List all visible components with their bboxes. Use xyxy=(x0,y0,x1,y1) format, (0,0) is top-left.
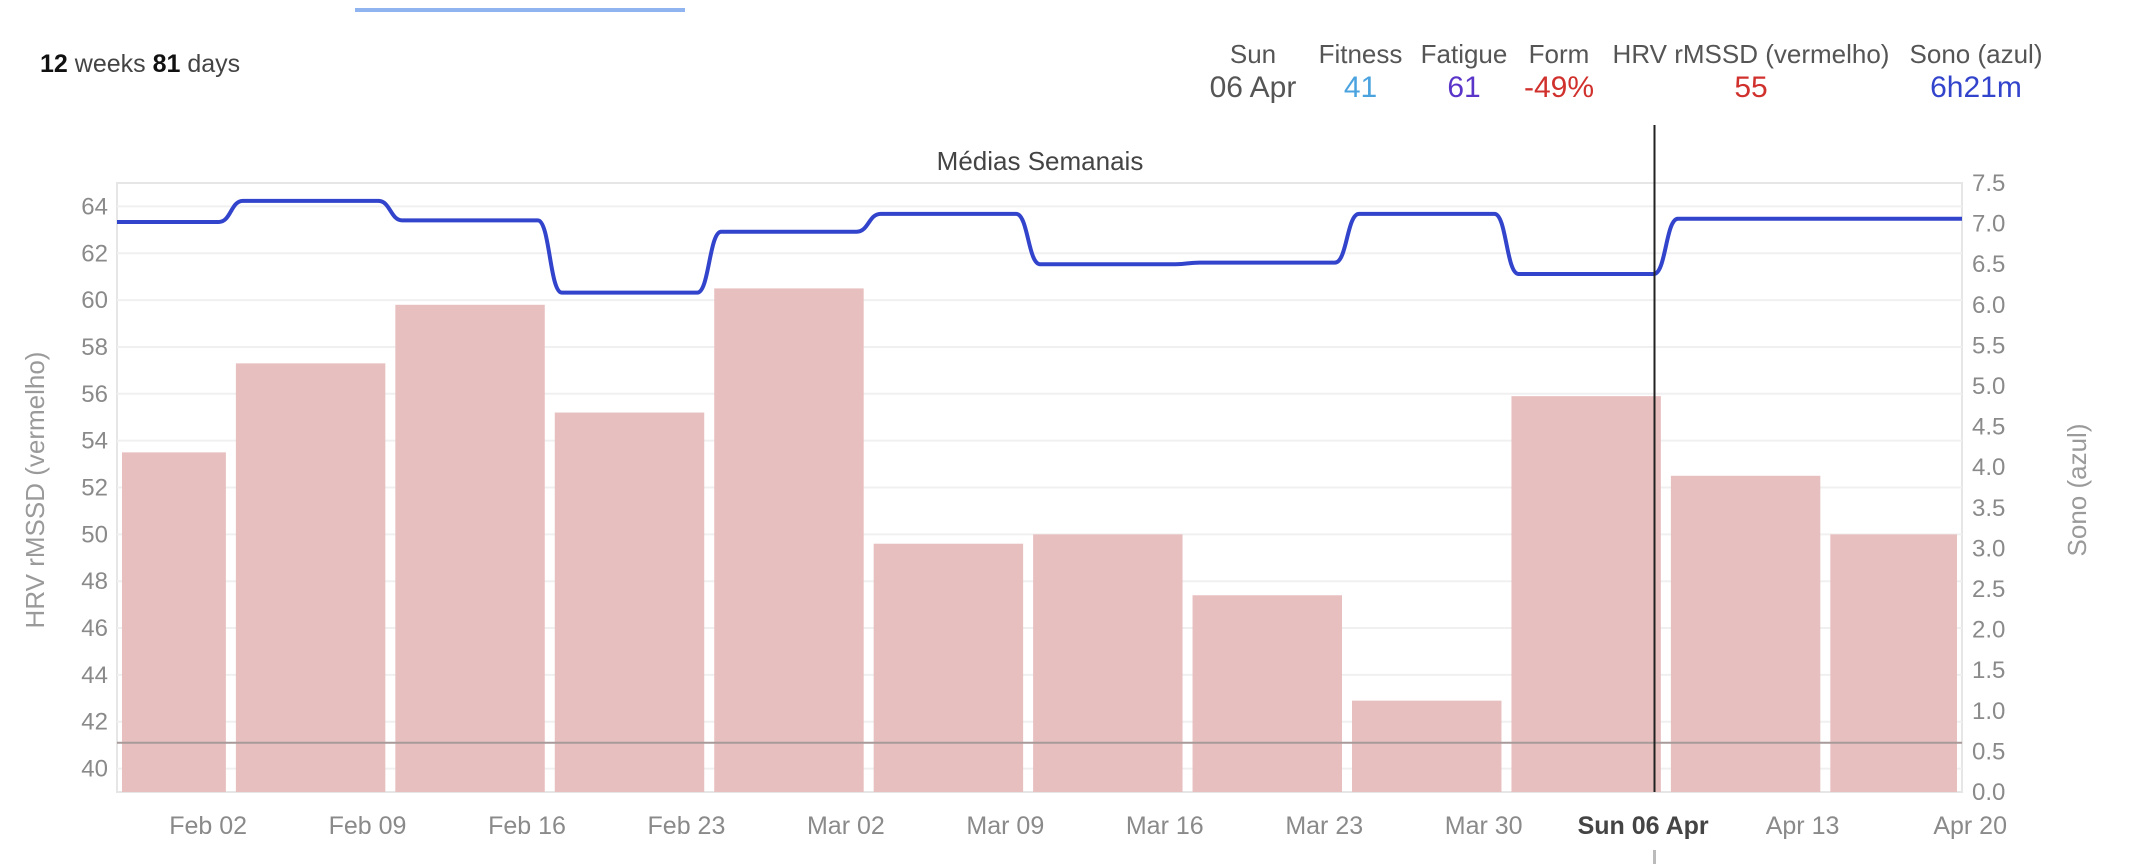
y-axis-right-title: Sono (azul) xyxy=(2062,424,2092,557)
sleep-line-layer xyxy=(117,198,1962,295)
x-tick-label: Feb 16 xyxy=(488,812,566,840)
y2-tick-label: 6.5 xyxy=(1972,251,2005,278)
y-tick-label: 44 xyxy=(81,662,108,689)
x-tick-label: Apr 20 xyxy=(1933,812,2007,840)
y2-tick-label: 5.5 xyxy=(1972,332,2005,359)
hrv-bar xyxy=(714,288,864,792)
y-tick-label: 40 xyxy=(81,756,108,783)
y2-tick-label: 2.5 xyxy=(1972,576,2005,603)
hrv-bars xyxy=(122,288,1957,792)
y2-tick-label: 1.5 xyxy=(1972,657,2005,684)
x-axis: Feb 02 Feb 09 Feb 16 Feb 23 Mar 02 Mar 09 Mar … xyxy=(169,812,2007,840)
y2-tick-label: 6.0 xyxy=(1972,292,2005,319)
y-axis-left-title: HRV rMSSD (vermelho) xyxy=(20,352,50,629)
x-tick-label: Mar 16 xyxy=(1126,812,1204,840)
x-tick-label: Mar 02 xyxy=(807,812,885,840)
y2-tick-label: 5.0 xyxy=(1972,373,2005,400)
x-tick-label: Sun 06 Apr xyxy=(1578,812,1709,840)
y-tick-label: 52 xyxy=(81,475,108,502)
y-tick-label: 50 xyxy=(81,521,108,548)
y2-tick-label: 1.0 xyxy=(1972,698,2005,725)
y2-tick-label: 3.0 xyxy=(1972,535,2005,562)
hrv-bar xyxy=(1830,534,1957,792)
hrv-bar xyxy=(1511,396,1661,792)
hrv-bar xyxy=(235,363,386,792)
y2-tick-label: 3.5 xyxy=(1972,495,2005,522)
x-tick-label: Feb 23 xyxy=(648,812,726,840)
y2-tick-label: 7.0 xyxy=(1972,211,2005,238)
y-axis-right: 0.0 0.5 1.0 1.5 2.0 2.5 3.0 3.5 4.0 4.5 5.0 5.5 6.0 6… xyxy=(1972,170,2005,806)
x-tick-label: Apr 13 xyxy=(1766,812,1840,840)
x-tick-label: Mar 23 xyxy=(1285,812,1363,840)
hrv-bar xyxy=(122,452,226,792)
x-tick-label: Mar 09 xyxy=(966,812,1044,840)
x-tick-label: Feb 09 xyxy=(329,812,407,840)
y-tick-label: 60 xyxy=(81,287,108,314)
sleep-line xyxy=(117,198,1962,295)
hrv-bar xyxy=(1033,534,1183,792)
hrv-bar xyxy=(1192,595,1342,792)
x-tick-label: Mar 30 xyxy=(1445,812,1523,840)
hrv-bar xyxy=(395,304,545,792)
y2-tick-label: 4.0 xyxy=(1972,454,2005,481)
hrv-bar xyxy=(554,412,705,792)
hrv-bar xyxy=(1670,475,1821,792)
hrv-bar xyxy=(873,543,1024,792)
x-tick-label: Feb 02 xyxy=(169,812,247,840)
y-tick-label: 48 xyxy=(81,568,108,595)
y-tick-label: 62 xyxy=(81,240,108,267)
y-tick-label: 58 xyxy=(81,334,108,361)
y2-tick-label: 4.5 xyxy=(1972,414,2005,441)
y-tick-label: 56 xyxy=(81,381,108,408)
y2-tick-label: 0.0 xyxy=(1972,779,2005,806)
chart-title: Médias Semanais xyxy=(937,146,1144,176)
y2-tick-label: 2.0 xyxy=(1972,617,2005,644)
y2-tick-label: 7.5 xyxy=(1972,170,2005,197)
weekly-averages-chart[interactable]: 40 42 44 46 48 50 52 54 56 58 60 62 64 0.0 0.5 1.0 1.5 2… xyxy=(0,0,2136,864)
y-tick-label: 42 xyxy=(81,709,108,736)
y-axis-left: 40 42 44 46 48 50 52 54 56 58 60 62 64 xyxy=(81,193,108,782)
hrv-bar xyxy=(1352,700,1502,792)
y2-tick-label: 0.5 xyxy=(1972,738,2005,765)
y-tick-label: 46 xyxy=(81,615,108,642)
y-tick-label: 64 xyxy=(81,193,108,220)
y-tick-label: 54 xyxy=(81,428,108,455)
